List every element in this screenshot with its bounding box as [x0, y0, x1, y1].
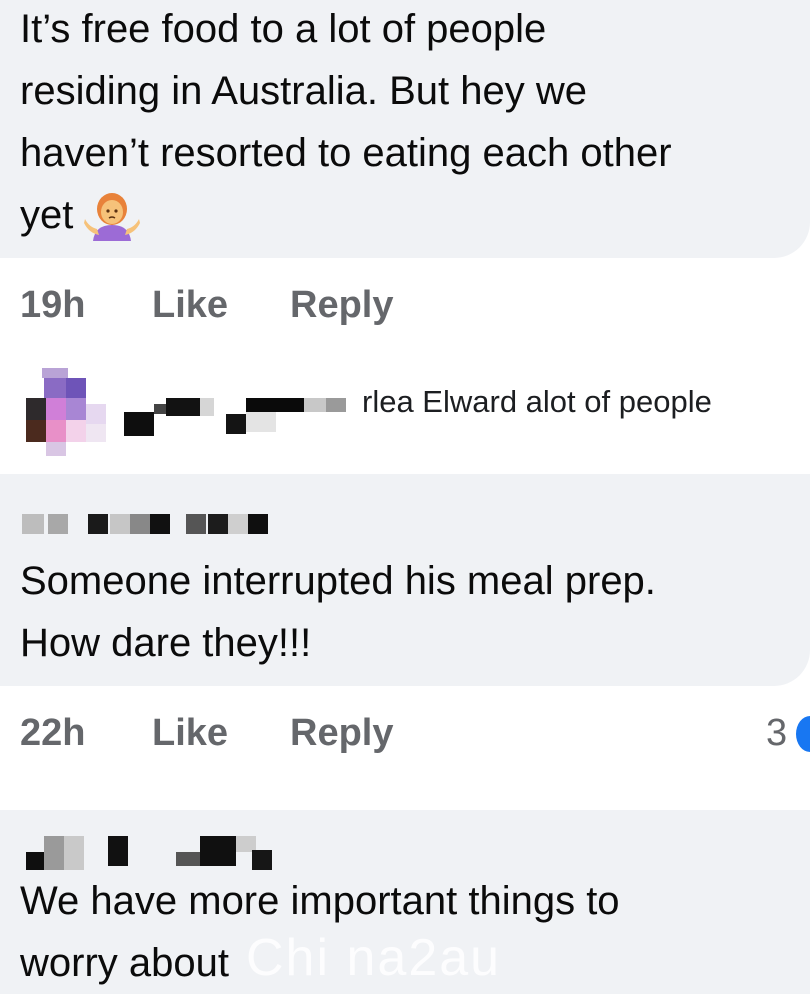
comment-2-text: Someone interrupted his meal prep. How d… [20, 550, 810, 674]
comment-1-line-4: yet [20, 193, 74, 237]
like-reaction-icon [796, 716, 810, 752]
redacted-author-2 [22, 514, 272, 536]
comment-2-reply-button[interactable]: Reply [290, 712, 393, 755]
comment-2-line-2: How dare they!!! [20, 621, 312, 665]
comment-1-actions: 19h Like Reply [0, 284, 810, 328]
comment-3-line-1: We have more important things to [20, 879, 620, 923]
redacted-name [124, 394, 354, 438]
comment-1-reply-button[interactable]: Reply [290, 284, 393, 327]
comment-2-like-button[interactable]: Like [152, 712, 228, 755]
comment-2-timestamp: 22h [20, 712, 86, 754]
comment-1-line-3: haven’t resorted to eating each other [20, 131, 672, 175]
comment-2-line-1: Someone interrupted his meal prep. [20, 559, 656, 603]
reply-preview-text: rlea Elward alot of people [362, 384, 712, 419]
comment-1-text: It’s free food to a lot of people residi… [20, 0, 810, 246]
reaction-count[interactable]: 3 [766, 712, 787, 755]
watermark: Chi na2au [246, 929, 502, 987]
comment-1-timestamp: 19h [20, 284, 86, 326]
avatar [24, 368, 108, 456]
reply-preview[interactable]: rlea Elward alot of people [0, 360, 810, 460]
comment-1-like-button[interactable]: Like [152, 284, 228, 327]
comment-1-line-1: It’s free food to a lot of people [20, 7, 547, 51]
comment-2-actions: 22h Like Reply 3 [0, 712, 810, 756]
comment-1-line-2: residing in Australia. But hey we [20, 69, 587, 113]
woman-shrugging-emoji-icon [83, 189, 141, 241]
redacted-author-3 [26, 832, 276, 872]
